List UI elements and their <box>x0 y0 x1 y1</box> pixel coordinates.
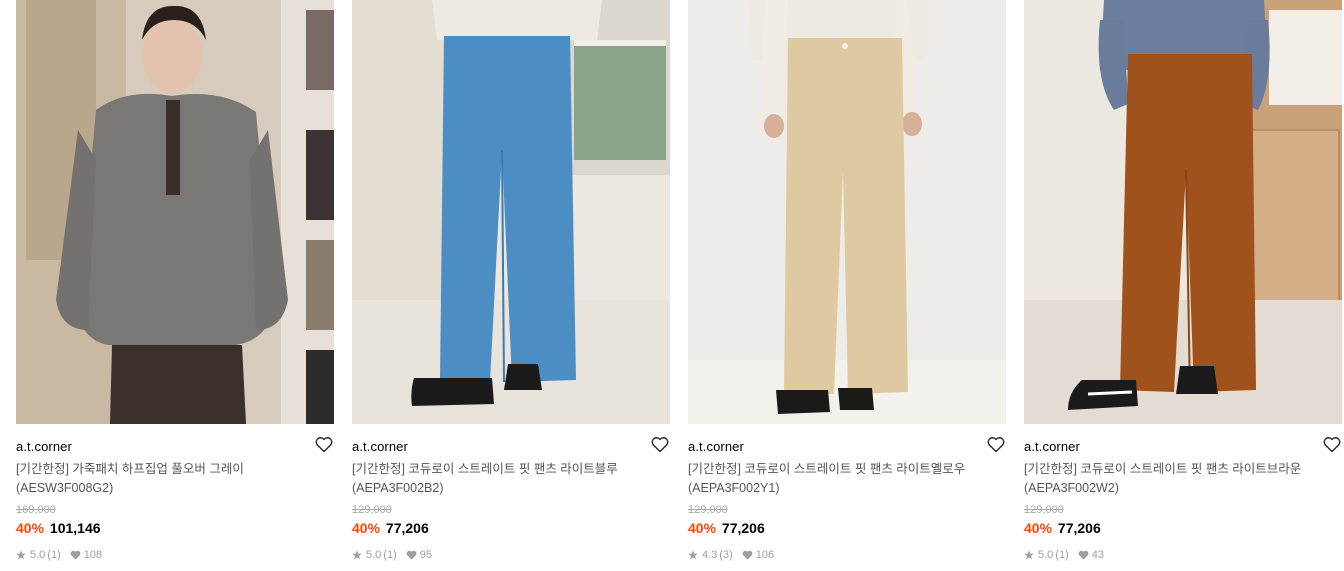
sale-price: 101,146 <box>49 520 101 536</box>
product-card[interactable]: a.t.corner [기간한정] 코듀로이 스트레이트 핏 팬츠 라이트블루 … <box>352 0 670 571</box>
price-row: 40% 77,206 <box>352 520 429 536</box>
product-name-line: [기간한정] 가죽패치 하프집업 풀오버 그레이 <box>16 462 244 476</box>
rating-value: 5.0 <box>1038 549 1054 561</box>
discount-rate: 40% <box>688 520 717 536</box>
star-icon <box>1024 550 1034 560</box>
product-name[interactable]: [기간한정] 코듀로이 스트레이트 핏 팬츠 라이트옐로우 (AEPA3F002… <box>688 460 988 498</box>
product-card[interactable]: a.t.corner [기간한정] 코듀로이 스트레이트 핏 팬츠 라이트옐로우… <box>688 0 1006 571</box>
original-price: 169,000 <box>16 504 56 516</box>
heart-icon[interactable] <box>987 436 1005 453</box>
light-blue-corduroy-pants-photo <box>352 0 670 424</box>
like-count: 43 <box>1091 549 1104 561</box>
discount-rate: 40% <box>1024 520 1053 536</box>
review-count: (3) <box>719 549 733 561</box>
original-price: 129,000 <box>1024 504 1064 516</box>
product-name[interactable]: [기간한정] 가죽패치 하프집업 풀오버 그레이 (AESW3F008G2) <box>16 460 316 498</box>
product-image[interactable] <box>352 0 670 424</box>
product-image[interactable] <box>1024 0 1342 424</box>
review-meta: 4.3 (3) 106 <box>688 549 774 561</box>
review-count: (1) <box>47 549 61 561</box>
sale-price: 77,206 <box>1057 520 1101 536</box>
price-row: 40% 77,206 <box>688 520 765 536</box>
like-icon <box>406 550 417 560</box>
product-name[interactable]: [기간한정] 코듀로이 스트레이트 핏 팬츠 라이트브라운 (AEPA3F002… <box>1024 460 1324 498</box>
product-card[interactable]: a.t.corner [기간한정] 코듀로이 스트레이트 핏 팬츠 라이트브라운… <box>1024 0 1342 571</box>
product-name-line: [기간한정] 코듀로이 스트레이트 핏 팬츠 라이트블루 <box>352 462 618 476</box>
brand-name[interactable]: a.t.corner <box>352 439 408 454</box>
price-row: 40% 77,206 <box>1024 520 1101 536</box>
rating-value: 5.0 <box>30 549 46 561</box>
product-image[interactable] <box>16 0 334 424</box>
discount-rate: 40% <box>352 520 381 536</box>
sale-price: 77,206 <box>385 520 429 536</box>
sale-price: 77,206 <box>721 520 765 536</box>
original-price: 129,000 <box>352 504 392 516</box>
review-meta: 5.0 (1) 108 <box>16 549 102 561</box>
heart-icon[interactable] <box>315 436 333 453</box>
discount-rate: 40% <box>16 520 45 536</box>
product-name-line: [기간한정] 코듀로이 스트레이트 핏 팬츠 라이트브라운 <box>1024 462 1302 476</box>
gray-half-zip-sweater-photo <box>16 0 334 424</box>
product-code: (AESW3F008G2) <box>16 481 114 495</box>
original-price: 129,000 <box>688 504 728 516</box>
price-row: 40% 101,146 <box>16 520 101 536</box>
product-name-line: [기간한정] 코듀로이 스트레이트 핏 팬츠 라이트옐로우 <box>688 462 966 476</box>
brand-name[interactable]: a.t.corner <box>1024 439 1080 454</box>
heart-icon[interactable] <box>1323 436 1341 453</box>
brand-name[interactable]: a.t.corner <box>688 439 744 454</box>
review-meta: 5.0 (1) 43 <box>1024 549 1104 561</box>
brand-name[interactable]: a.t.corner <box>16 439 72 454</box>
rating-value: 4.3 <box>702 549 718 561</box>
rating-value: 5.0 <box>366 549 382 561</box>
product-code: (AEPA3F002B2) <box>352 481 444 495</box>
like-icon <box>742 550 753 560</box>
like-count: 95 <box>419 549 432 561</box>
star-icon <box>16 550 26 560</box>
star-icon <box>352 550 362 560</box>
product-code: (AEPA3F002Y1) <box>688 481 780 495</box>
review-meta: 5.0 (1) 95 <box>352 549 432 561</box>
like-icon <box>70 550 81 560</box>
product-card[interactable]: a.t.corner [기간한정] 가죽패치 하프집업 풀오버 그레이 (AES… <box>16 0 334 571</box>
star-icon <box>688 550 698 560</box>
like-count: 106 <box>755 549 775 561</box>
light-brown-corduroy-pants-photo <box>1024 0 1342 424</box>
review-count: (1) <box>383 549 397 561</box>
product-name[interactable]: [기간한정] 코듀로이 스트레이트 핏 팬츠 라이트블루 (AEPA3F002B… <box>352 460 652 498</box>
heart-icon[interactable] <box>651 436 669 453</box>
like-icon <box>1078 550 1089 560</box>
review-count: (1) <box>1055 549 1069 561</box>
product-grid: a.t.corner [기간한정] 가죽패치 하프집업 풀오버 그레이 (AES… <box>0 0 1344 571</box>
like-count: 108 <box>83 549 103 561</box>
light-yellow-corduroy-pants-photo <box>688 0 1006 424</box>
product-code: (AEPA3F002W2) <box>1024 481 1119 495</box>
product-image[interactable] <box>688 0 1006 424</box>
